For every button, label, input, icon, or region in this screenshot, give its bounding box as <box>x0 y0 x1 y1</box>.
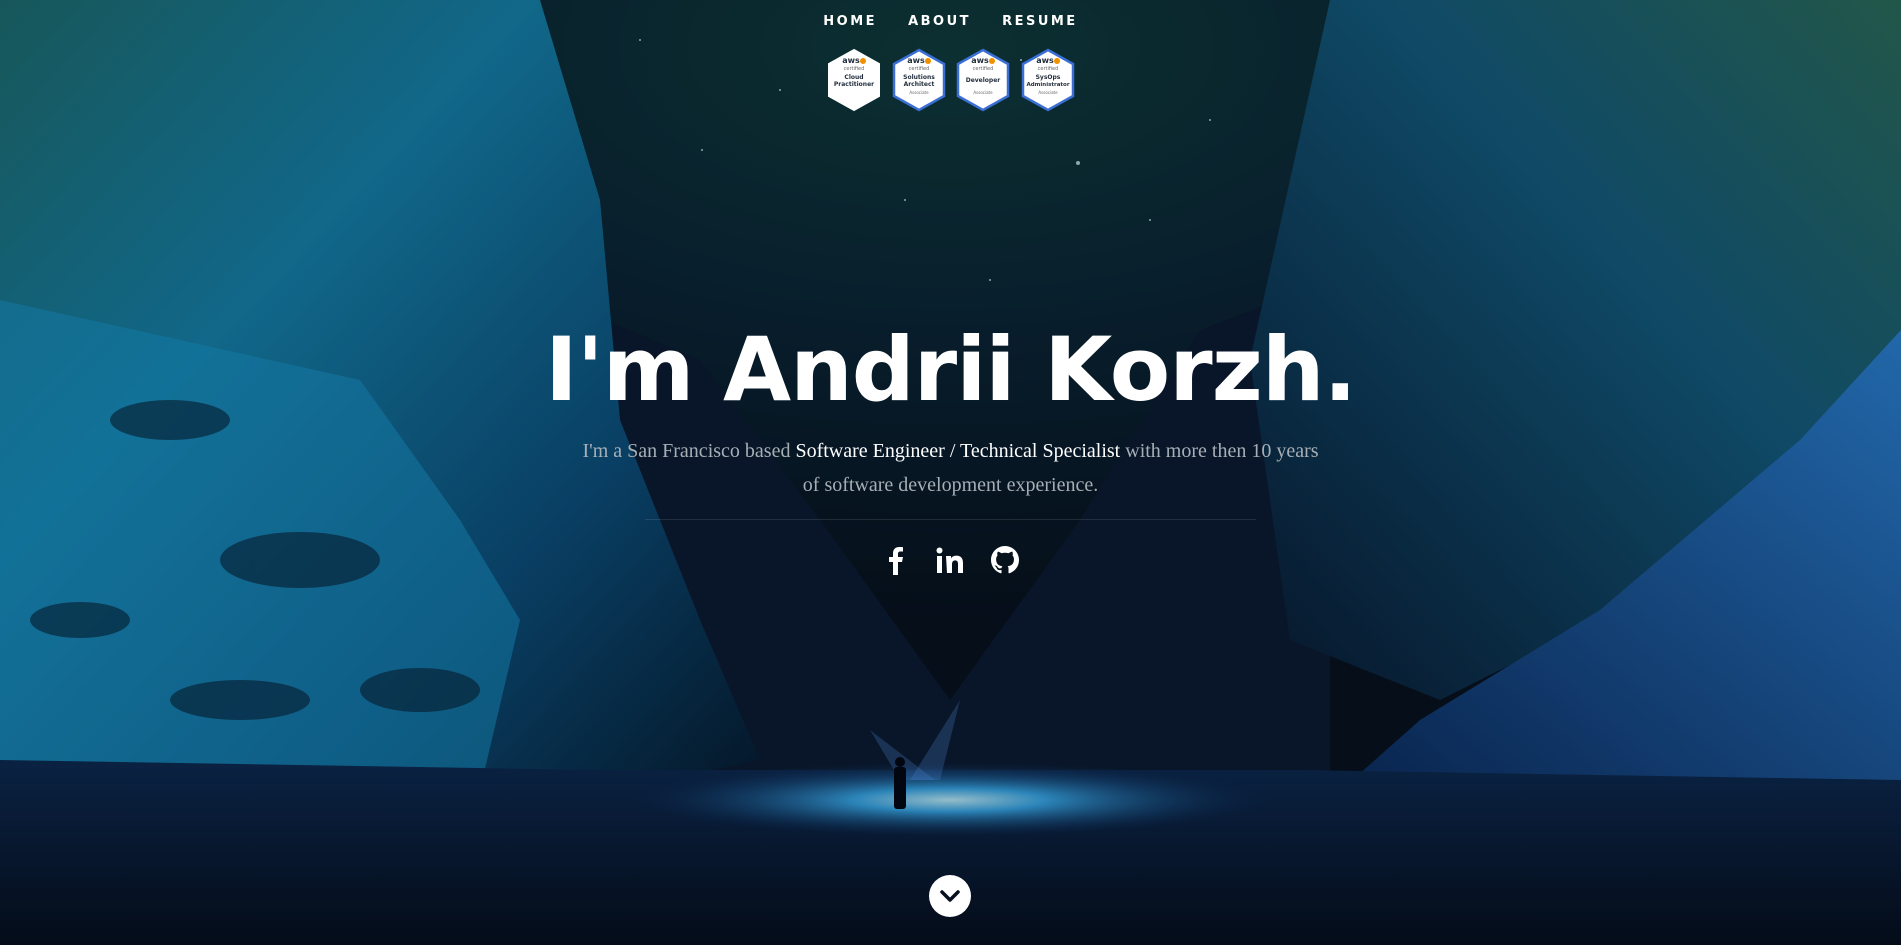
svg-text:certified: certified <box>908 66 929 72</box>
svg-text:Cloud: Cloud <box>844 74 863 81</box>
tagline-highlight: Software Engineer / Technical Specialist <box>795 440 1121 462</box>
hero-title: I'm Andrii Korzh. <box>545 318 1357 421</box>
social-links <box>875 542 1025 578</box>
hero-divider <box>645 519 1256 520</box>
svg-text:aws: aws <box>972 56 990 65</box>
svg-text:certified: certified <box>844 66 865 72</box>
svg-text:Associate: Associate <box>1038 90 1058 95</box>
main-nav: HOME ABOUT RESUME <box>0 14 1901 29</box>
svg-text:certified: certified <box>973 66 994 72</box>
svg-text:aws: aws <box>907 56 925 65</box>
tagline-prefix: I'm a San Francisco based <box>582 440 796 462</box>
aws-solutions-architect-badge[interactable]: aws certified Solutions Architect Associ… <box>891 48 947 112</box>
chevron-down-icon <box>940 890 960 902</box>
svg-text:Administrator: Administrator <box>1026 82 1069 88</box>
linkedin-link[interactable] <box>930 542 970 578</box>
svg-text:Architect: Architect <box>903 81 934 88</box>
facebook-icon <box>889 547 903 575</box>
hero-tagline: I'm a San Francisco based Software Engin… <box>580 434 1321 502</box>
aws-cloud-practitioner-badge[interactable]: aws certified Cloud Practitioner <box>826 48 882 112</box>
svg-text:Solutions: Solutions <box>903 74 935 81</box>
nav-resume-link[interactable]: RESUME <box>1002 14 1078 29</box>
github-icon <box>991 546 1019 574</box>
svg-text:Associate: Associate <box>974 90 994 95</box>
svg-text:certified: certified <box>1038 66 1059 72</box>
aws-sysops-administrator-badge[interactable]: aws certified SysOps Administrator Assoc… <box>1020 48 1076 112</box>
aws-developer-badge[interactable]: aws certified Developer Associate <box>955 48 1011 112</box>
linkedin-icon <box>936 547 963 573</box>
svg-text:Associate: Associate <box>909 90 929 95</box>
svg-text:Developer: Developer <box>966 77 1001 84</box>
svg-text:aws: aws <box>1036 56 1054 65</box>
github-link[interactable] <box>985 542 1025 578</box>
svg-text:Practitioner: Practitioner <box>834 81 874 88</box>
scroll-down-button[interactable] <box>929 875 971 917</box>
aws-certification-badges: aws certified Cloud Practitioner aws cer… <box>826 48 1076 114</box>
facebook-link[interactable] <box>875 542 915 578</box>
svg-text:SysOps: SysOps <box>1036 74 1061 81</box>
nav-about-link[interactable]: ABOUT <box>908 14 971 29</box>
svg-text:aws: aws <box>842 56 860 65</box>
nav-home-link[interactable]: HOME <box>823 14 877 29</box>
